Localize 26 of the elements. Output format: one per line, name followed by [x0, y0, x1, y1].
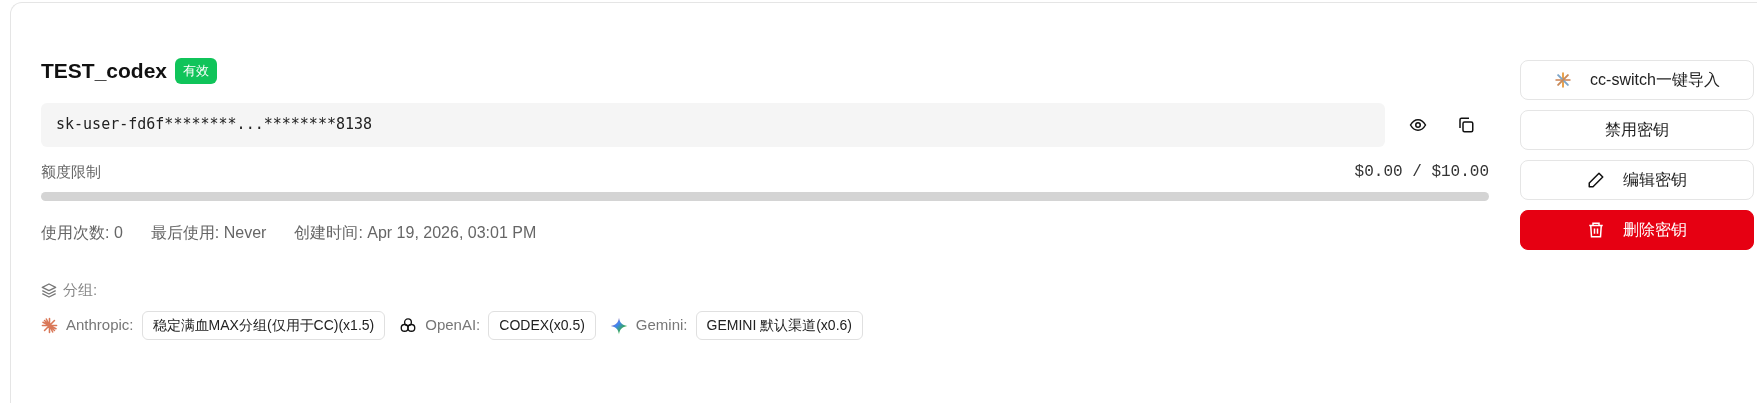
- starburst-icon: [41, 317, 58, 334]
- quota-label: 额度限制: [41, 162, 101, 182]
- group-tag: CODEX(x0.5): [488, 311, 596, 340]
- group-tag: 稳定满血MAX分组(仅用于CC)(x1.5): [141, 311, 386, 340]
- groups-label: 分组:: [63, 279, 98, 300]
- trash-icon: [1587, 221, 1605, 239]
- pencil-icon: [1587, 171, 1605, 189]
- status-badge: 有效: [175, 58, 218, 84]
- stat-text: 创建时间: Apr 19, 2026, 03:01 PM: [294, 222, 537, 243]
- burst-icon: [1554, 71, 1573, 89]
- edit-button[interactable]: 编辑密钥: [1520, 160, 1754, 200]
- knot-icon: [399, 316, 418, 335]
- key-name: TEST_codex: [41, 58, 168, 84]
- disable-button[interactable]: 禁用密钥: [1520, 110, 1754, 150]
- provider-label: Gemini:: [635, 315, 688, 336]
- delete-button[interactable]: 删除密钥: [1520, 210, 1754, 250]
- quota-reading: $0.00 / $10.00: [1354, 161, 1489, 183]
- group-tag: GEMINI 默认渠道(x0.6): [695, 311, 863, 340]
- provider-label: OpenAI:: [425, 315, 481, 336]
- stat-text: 最后使用: Never: [150, 222, 267, 243]
- import-button[interactable]: cc-switch一键导入: [1520, 60, 1754, 100]
- layers-icon: [41, 281, 57, 298]
- stat-text: 使用次数: 0: [41, 222, 123, 243]
- provider-label: Anthropic:: [66, 315, 134, 336]
- api-key-field: sk-user-fd6f********...********8138: [41, 102, 1385, 147]
- copy-icon[interactable]: [1457, 115, 1475, 134]
